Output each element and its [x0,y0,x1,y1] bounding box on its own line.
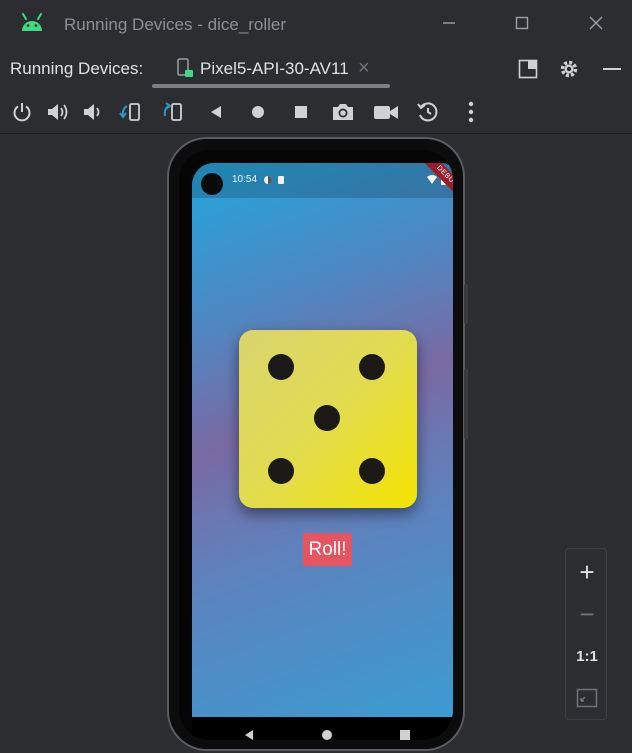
zoom-controls: + − 1:1 [565,548,607,720]
snapshot-button[interactable] [415,99,441,125]
running-devices-tabstrip: Running Devices: Pixel5-API-30-AV11 × [0,46,632,90]
home-icon [252,106,264,118]
dice-pip [314,405,340,431]
screenshot-button[interactable] [330,99,356,125]
running-devices-label: Running Devices: [10,59,144,78]
rotate-left-icon [119,103,140,121]
device-toolbar [0,90,632,134]
hide-icon [603,68,621,70]
dice-pip [359,354,385,380]
minimize-icon [443,22,455,24]
dice-pip [359,458,385,484]
camera-cutout [201,173,223,195]
device-nav-bar [192,717,453,740]
status-bar: 10:54 DEBUG [192,163,453,206]
fit-screen-button[interactable] [566,677,608,719]
layout-button[interactable] [515,56,541,82]
tab-close-icon[interactable]: × [358,57,370,80]
hide-panel-button[interactable] [599,56,625,82]
more-icon [468,101,474,123]
volume-up-button[interactable] [45,99,71,125]
status-time: 10:54 [232,174,258,185]
recents-icon[interactable] [399,729,411,740]
tab-pixel5[interactable]: Pixel5-API-30-AV11 × [152,54,390,88]
device-side-button [464,284,468,324]
zoom-out-button[interactable]: − [566,593,608,635]
power-icon [13,103,31,122]
home-icon[interactable] [321,729,333,740]
phone-bezel: 10:54 DEBUG Roll! [179,150,453,740]
settings-button[interactable] [556,56,582,82]
notification-icons [264,176,284,184]
overview-icon [295,106,307,118]
title-bar: Running Devices - dice_roller [0,0,632,46]
screenshot-icon [333,104,353,120]
more-button[interactable] [458,99,484,125]
power-button[interactable] [9,99,35,125]
dice-pip [268,354,294,380]
window-title: Running Devices - dice_roller [64,15,287,34]
screen-record-icon [374,106,398,119]
back-icon[interactable] [243,729,255,740]
rotate-right-icon [163,102,182,121]
device-volume-rocker [464,369,468,439]
active-tab-indicator [152,84,390,88]
close-window-button[interactable] [584,11,608,35]
rotate-right-button[interactable] [160,99,186,125]
actual-size-button[interactable]: 1:1 [566,635,608,677]
screen-record-button[interactable] [373,99,399,125]
overview-button[interactable] [288,99,314,125]
fit-screen-icon [576,688,598,708]
layout-icon [518,59,538,79]
gear-icon [560,60,578,78]
close-icon [589,16,603,30]
maximize-button[interactable] [510,11,534,35]
volume-down-button[interactable] [80,99,106,125]
minimize-button[interactable] [437,11,461,35]
device-screen[interactable]: 10:54 DEBUG Roll! [192,163,453,717]
snapshot-icon [417,102,438,122]
roll-button[interactable]: Roll! [303,533,352,566]
dice-pip [268,458,294,484]
tab-label: Pixel5-API-30-AV11 [200,59,349,78]
back-icon [211,106,221,118]
maximize-icon [515,16,529,30]
android-icon [22,13,42,31]
dice-face [239,330,417,508]
zoom-in-button[interactable]: + [566,551,608,593]
volume-up-icon [48,104,68,120]
back-button[interactable] [203,99,229,125]
rotate-left-button[interactable] [118,99,144,125]
volume-down-icon [84,104,100,120]
device-frame: 10:54 DEBUG Roll! [167,137,468,751]
phone-icon [177,58,193,77]
home-button[interactable] [245,99,271,125]
